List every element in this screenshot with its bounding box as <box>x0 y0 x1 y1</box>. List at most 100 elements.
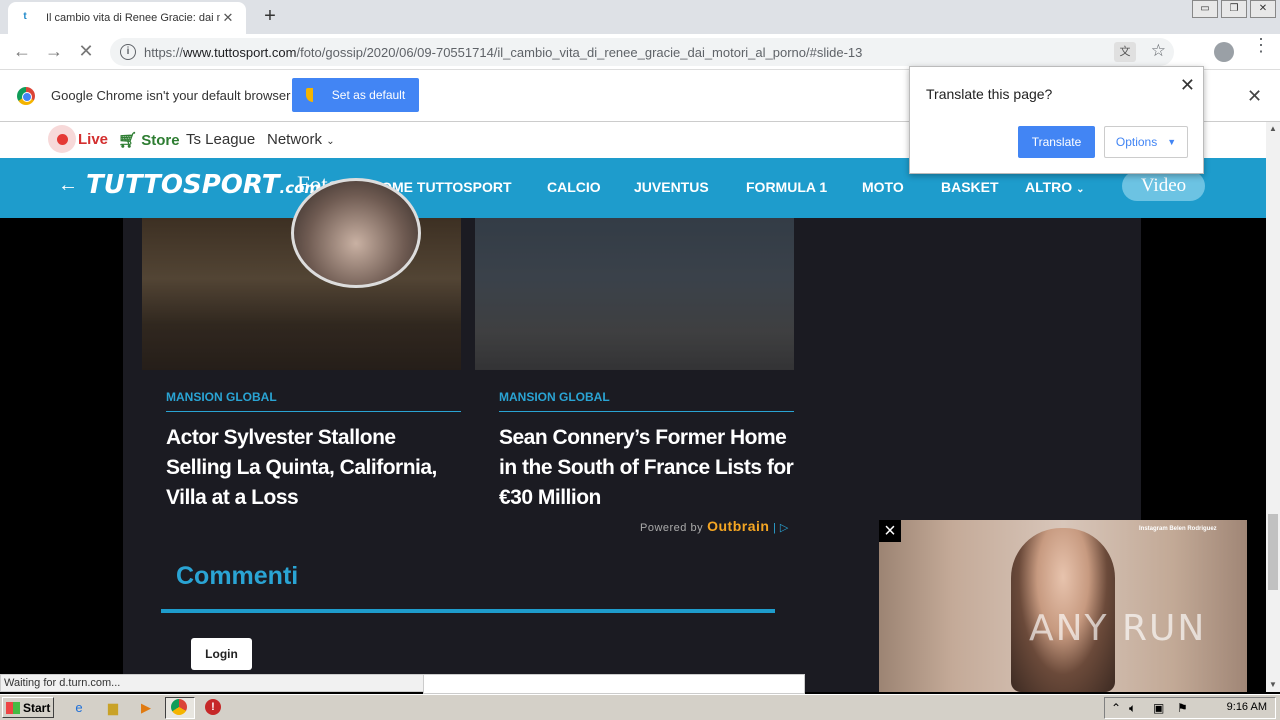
card-source[interactable]: MANSION GLOBAL <box>499 390 610 404</box>
brand-text: TUTTOSPORT <box>86 170 280 200</box>
security-app-icon[interactable]: ! <box>205 699 221 715</box>
nav-altro[interactable]: ALTRO ⌄ <box>1025 179 1084 195</box>
floating-video-player[interactable]: Instagram Belen Rodriguez ANY RUN × <box>879 520 1247 692</box>
comments-divider <box>161 609 775 613</box>
tab-strip: t Il cambio vita di Renee Gracie: dai m … <box>0 0 1280 34</box>
card-divider <box>166 411 461 412</box>
site-favicon-icon: t <box>23 11 27 22</box>
ad-choices-icon: | ▷ <box>773 522 789 534</box>
login-button[interactable]: Login <box>191 638 252 670</box>
folder-icon[interactable]: ▆ <box>104 699 122 717</box>
translate-close-icon[interactable]: ✕ <box>1180 75 1195 96</box>
translate-popup: Translate this page? ✕ Translate Options… <box>909 66 1204 174</box>
card-divider <box>499 411 794 412</box>
dropdown-arrow-icon: ▼ <box>1167 137 1177 147</box>
video-button[interactable]: Video <box>1122 171 1205 201</box>
new-tab-button[interactable]: + <box>258 5 282 29</box>
restore-button[interactable]: ❐ <box>1221 0 1247 18</box>
status-bubble: Waiting for d.turn.com... <box>0 674 424 692</box>
shield-icon <box>305 88 320 102</box>
live-link[interactable]: Live <box>48 125 108 153</box>
translate-button[interactable]: Translate <box>1018 126 1095 158</box>
nav-calcio[interactable]: CALCIO <box>547 179 601 195</box>
cart-icon: 🛒︎ <box>118 132 138 149</box>
infobar-message: Google Chrome isn't your default browser <box>51 88 291 103</box>
card-headline[interactable]: Sean Connery’s Former Home in the South … <box>499 423 795 513</box>
nav-altro-label: ALTRO <box>1025 179 1073 195</box>
store-label: Store <box>141 132 180 149</box>
set-as-default-button[interactable]: Set as default <box>292 78 419 112</box>
tab-close-icon[interactable]: ✕ <box>220 10 236 26</box>
chrome-icon <box>171 699 187 715</box>
chrome-taskbar-button[interactable] <box>165 697 195 719</box>
window-controls: ▭ ❐ ✕ <box>1189 0 1276 18</box>
url-domain: www.tuttosport.com <box>183 44 297 60</box>
back-arrow-icon[interactable]: ← <box>58 174 78 197</box>
forward-arrow-icon[interactable]: → <box>42 40 66 64</box>
outbrain-logo: Outbrain <box>707 518 770 534</box>
browser-toolbar: ← → ✕ i https://www.tuttosport.com/foto/… <box>0 34 1280 70</box>
comments-title: Commenti <box>176 562 299 590</box>
portrait-image <box>291 178 421 288</box>
anyrun-watermark: ANY RUN <box>1029 608 1207 649</box>
url-prefix: https:// <box>144 44 184 60</box>
minimize-button[interactable]: ▭ <box>1192 0 1218 18</box>
volume-icon[interactable]: 🔈︎ <box>1129 701 1136 716</box>
tab-title: Il cambio vita di Renee Gracie: dai m <box>46 12 220 24</box>
stop-loading-icon[interactable]: ✕ <box>74 40 98 64</box>
card-source[interactable]: MANSION GLOBAL <box>166 390 277 404</box>
translate-options-button[interactable]: Options ▼ <box>1104 126 1188 158</box>
scroll-up-icon[interactable]: ▲ <box>1266 122 1280 136</box>
live-label: Live <box>78 130 109 148</box>
scroll-down-icon[interactable]: ▼ <box>1266 678 1280 692</box>
options-label: Options <box>1115 135 1158 149</box>
network-icon[interactable]: ▣ <box>1153 701 1164 715</box>
page-scrollbar[interactable]: ▲ ▼ <box>1266 122 1280 692</box>
nav-juventus[interactable]: JUVENTUS <box>634 179 709 195</box>
system-tray: ⌃ 🔈︎ ▣ ⚑ 9:16 AM <box>1104 697 1276 719</box>
start-label: Start <box>23 700 51 715</box>
infobar-close-icon[interactable]: ✕ <box>1247 86 1262 107</box>
card-headline[interactable]: Actor Sylvester Stallone Selling La Quin… <box>166 423 462 513</box>
powered-by-label: Powered by <box>640 522 704 534</box>
clock: 9:16 AM <box>1226 701 1267 713</box>
live-dot-icon <box>48 125 76 153</box>
tuttosport-logo[interactable]: TUTTOSPORT.com <box>86 170 320 200</box>
start-button[interactable]: Start <box>2 697 54 718</box>
url-path: /foto/gossip/2020/06/09-70551714/il_camb… <box>296 44 863 60</box>
chevron-down-icon: ⌄ <box>326 136 335 147</box>
store-link[interactable]: 🛒︎ Store <box>118 131 180 149</box>
network-label: Network <box>267 131 323 148</box>
windows-logo-icon <box>6 701 20 714</box>
screen: t Il cambio vita di Renee Gracie: dai m … <box>0 0 1280 720</box>
browser-tab[interactable]: t Il cambio vita di Renee Gracie: dai m … <box>8 2 246 34</box>
nav-moto[interactable]: MOTO <box>862 179 904 195</box>
chevron-down-icon: ⌄ <box>1076 184 1085 195</box>
powered-by-outbrain[interactable]: Powered by Outbrain | ▷ <box>640 518 789 534</box>
back-arrow-icon[interactable]: ← <box>10 40 34 64</box>
windows-taskbar: Start e ▆ ▶ ! ⌃ 🔈︎ ▣ ⚑ 9:16 AM <box>0 694 1280 720</box>
site-info-icon[interactable]: i <box>120 44 136 60</box>
kebab-menu-icon[interactable]: ⋮ <box>1252 36 1270 54</box>
address-bar[interactable]: i https://www.tuttosport.com/foto/gossip… <box>110 38 1174 66</box>
translate-question: Translate this page? <box>926 86 1053 102</box>
bookmark-star-icon[interactable]: ☆ <box>1151 41 1166 61</box>
video-caption: Instagram Belen Rodriguez <box>1139 526 1217 532</box>
scroll-thumb[interactable] <box>1268 514 1278 590</box>
flag-icon[interactable]: ⚑ <box>1177 701 1188 715</box>
account-avatar-icon[interactable] <box>1214 42 1234 62</box>
chrome-logo-icon <box>17 87 35 105</box>
nav-formula-1[interactable]: FORMULA 1 <box>746 179 827 195</box>
video-close-icon[interactable]: × <box>879 520 901 542</box>
card-image-connery[interactable] <box>475 218 794 370</box>
set-as-default-label: Set as default <box>331 88 406 102</box>
media-player-icon[interactable]: ▶ <box>137 699 155 717</box>
comment-input[interactable] <box>423 674 805 694</box>
ie-icon[interactable]: e <box>70 699 88 717</box>
network-dropdown[interactable]: Network ⌄ <box>267 131 335 148</box>
tray-expand-icon[interactable]: ⌃ <box>1111 701 1121 715</box>
nav-basket[interactable]: BASKET <box>941 179 999 195</box>
close-window-button[interactable]: ✕ <box>1250 0 1276 18</box>
translate-icon[interactable]: 文 <box>1114 42 1136 62</box>
ts-league-link[interactable]: Ts League <box>186 131 255 148</box>
